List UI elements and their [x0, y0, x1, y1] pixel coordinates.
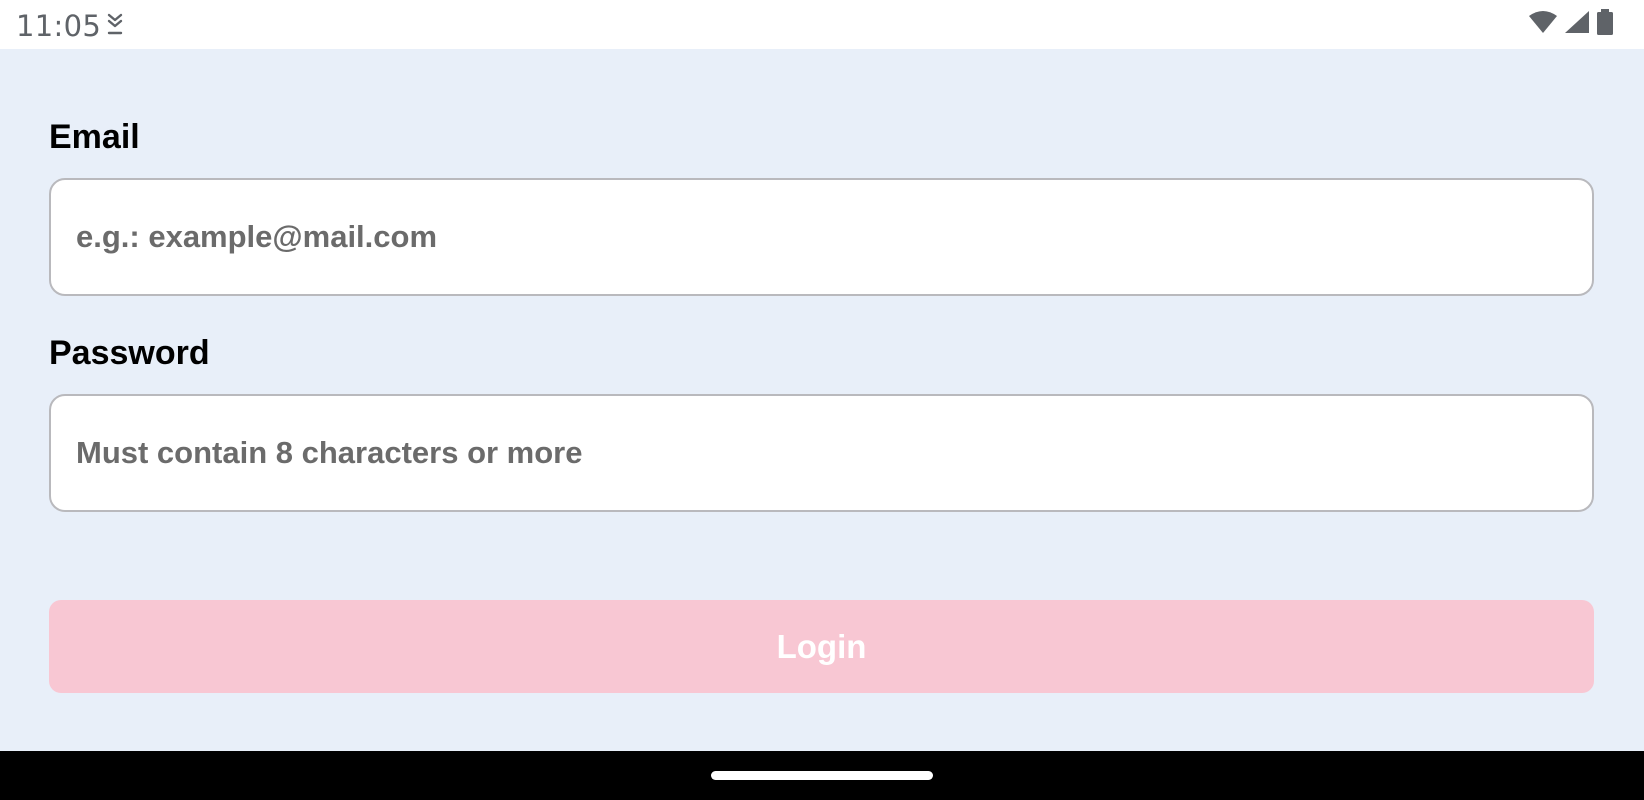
email-field-container[interactable] [49, 178, 1594, 296]
email-field[interactable] [74, 218, 1592, 256]
wifi-icon [1528, 10, 1558, 39]
status-bar: 11:05 [0, 0, 1644, 49]
download-arrow-icon [104, 12, 126, 36]
password-field[interactable] [74, 434, 1592, 472]
battery-icon [1596, 8, 1614, 40]
login-button[interactable]: Login [49, 600, 1594, 693]
password-label: Password [49, 334, 210, 372]
cell-signal-icon [1564, 10, 1590, 39]
login-screen: Email Password Login [0, 49, 1644, 751]
home-gesture-handle[interactable] [711, 771, 933, 780]
email-label: Email [49, 118, 140, 156]
status-icons [1528, 8, 1614, 40]
navigation-bar [0, 751, 1644, 800]
password-field-container[interactable] [49, 394, 1594, 512]
status-time: 11:05 [16, 9, 102, 43]
